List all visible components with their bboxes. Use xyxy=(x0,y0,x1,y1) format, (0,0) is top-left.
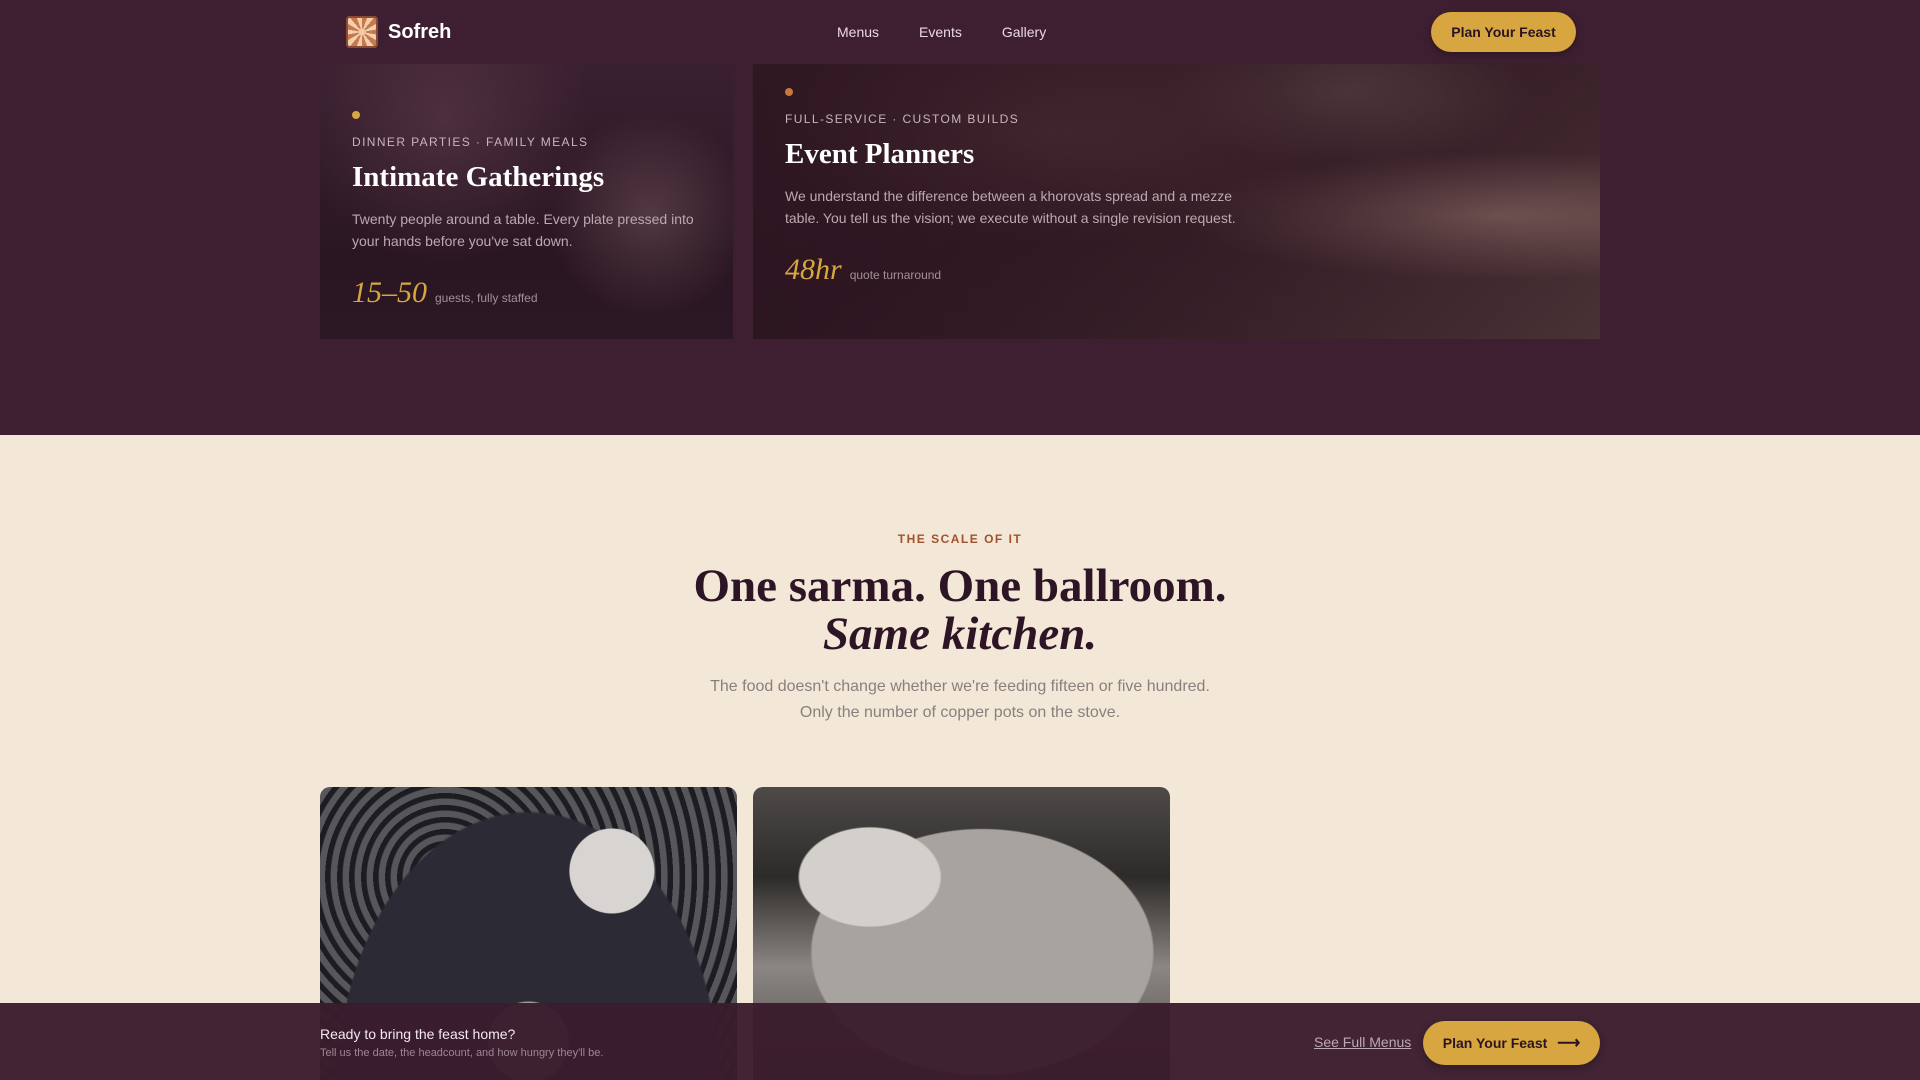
card-description: Twenty people around a table. Every plat… xyxy=(352,211,694,249)
plan-feast-button[interactable]: Plan Your Feast xyxy=(1431,12,1576,52)
stat-label: guests, fully staffed xyxy=(435,291,538,305)
subtext-line-1: The food doesn't change whether we're fe… xyxy=(710,678,1210,695)
see-full-menus-link[interactable]: See Full Menus xyxy=(1314,1034,1411,1050)
arrow-right-icon: ⟶ xyxy=(1557,1035,1581,1052)
stat-label: quote turnaround xyxy=(849,268,942,282)
headline-line-1: One sarma. One ballroom. xyxy=(693,560,1227,612)
card-stat: 15–50 guests, fully staffed xyxy=(352,276,712,310)
card-intimate-gatherings[interactable]: DINNER PARTIES · FAMILY MEALS Intimate G… xyxy=(320,64,733,339)
brand[interactable]: Sofreh xyxy=(346,16,451,48)
card-stat: 48hr quote turnaround xyxy=(785,253,1245,287)
nav-links: Menus Events Gallery xyxy=(837,24,1046,40)
card-eyebrow: DINNER PARTIES · FAMILY MEALS xyxy=(352,135,589,149)
plan-feast-bottom-button[interactable]: Plan Your Feast ⟶ xyxy=(1423,1021,1600,1065)
card-title: Event Planners xyxy=(785,138,975,170)
nav-link-events[interactable]: Events xyxy=(919,24,962,40)
card-dot-icon xyxy=(352,111,360,119)
nav-link-gallery[interactable]: Gallery xyxy=(1002,24,1046,40)
card-eyebrow: FULL-SERVICE · CUSTOM BUILDS xyxy=(785,112,1020,126)
stat-value: 48hr xyxy=(785,253,842,286)
card-description: We understand the difference between a k… xyxy=(785,188,1236,226)
sticky-cta-bar: Ready to bring the feast home? Tell us t… xyxy=(0,1003,1920,1080)
brand-name: Sofreh xyxy=(388,20,452,43)
section-subtext: The food doesn't change whether we're fe… xyxy=(0,674,1920,726)
scale-section: THE SCALE OF IT One sarma. One ballroom.… xyxy=(0,532,1920,726)
logo-icon xyxy=(346,16,378,48)
headline-line-2: Same kitchen. xyxy=(822,608,1098,660)
cta-bar-title: Ready to bring the feast home? xyxy=(320,1026,516,1042)
card-title: Intimate Gatherings xyxy=(352,161,605,193)
card-event-planners[interactable]: FULL-SERVICE · CUSTOM BUILDS Event Plann… xyxy=(753,64,1600,339)
cta-bar-subtitle: Tell us the date, the headcount, and how… xyxy=(320,1047,604,1059)
card-dot-icon xyxy=(785,88,793,96)
section-kicker: THE SCALE OF IT xyxy=(897,532,1023,546)
nav-link-menus[interactable]: Menus xyxy=(837,24,879,40)
bottom-cta-label: Plan Your Feast xyxy=(1442,1035,1548,1051)
section-headline: One sarma. One ballroom. Same kitchen. xyxy=(0,562,1920,658)
subtext-line-2: Only the number of copper pots on the st… xyxy=(799,704,1121,721)
navbar: Sofreh Menus Events Gallery Plan Your Fe… xyxy=(0,0,1920,64)
stat-value: 15–50 xyxy=(352,276,427,309)
